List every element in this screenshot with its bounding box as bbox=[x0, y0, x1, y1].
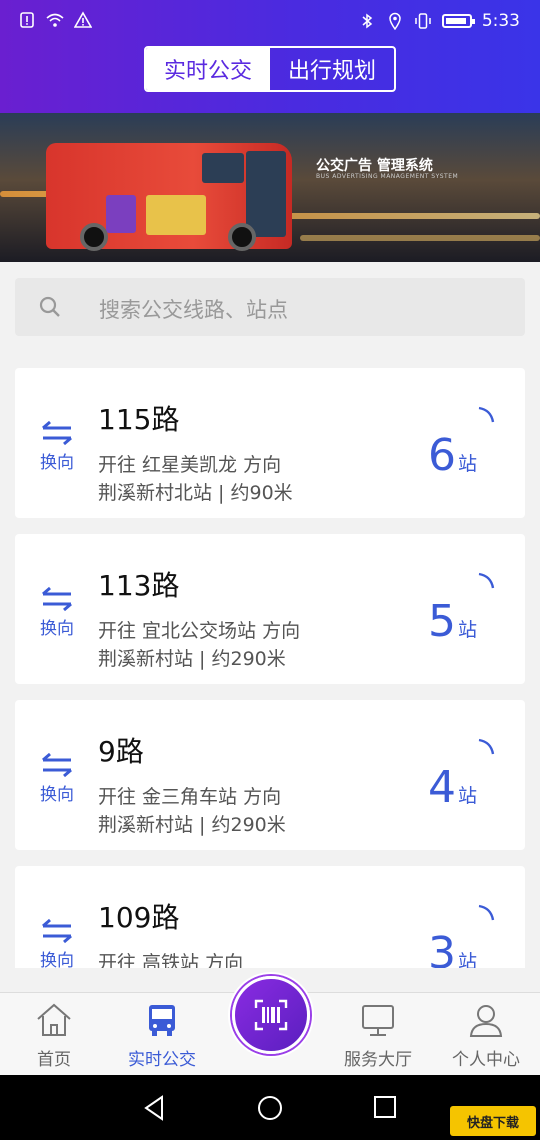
swap-direction-button[interactable]: 换向 bbox=[37, 918, 77, 968]
realtime-signal-icon bbox=[478, 904, 495, 921]
home-icon bbox=[37, 1003, 71, 1036]
banner-subtitle: BUS ADVERTISING MANAGEMENT SYSTEM bbox=[316, 173, 459, 180]
watermark-logo: 快盘下载 bbox=[450, 1106, 536, 1136]
scan-button-core bbox=[232, 976, 310, 1054]
stops-away-unit: 站 bbox=[457, 785, 477, 807]
home-circle-icon[interactable] bbox=[257, 1095, 283, 1121]
swap-label: 换向 bbox=[40, 951, 74, 968]
nav-profile[interactable]: 个人中心 bbox=[432, 993, 540, 1076]
swap-arrows-icon bbox=[42, 420, 72, 446]
swap-arrows-icon bbox=[42, 586, 72, 612]
bluetooth-icon bbox=[362, 13, 373, 29]
route-name: 115路 bbox=[98, 403, 180, 436]
vibrate-icon bbox=[415, 13, 431, 29]
recents-icon[interactable] bbox=[373, 1095, 397, 1119]
bus-window bbox=[146, 195, 206, 235]
swap-label: 换向 bbox=[40, 619, 74, 639]
stops-away-number: 4 bbox=[427, 762, 456, 813]
alert-icon bbox=[20, 12, 34, 28]
realtime-signal-icon bbox=[478, 572, 495, 589]
tab-trip-planning[interactable]: 出行规划 bbox=[270, 48, 394, 90]
stops-away: 6站 bbox=[428, 430, 477, 481]
route-name: 109路 bbox=[98, 901, 180, 934]
swap-arrows-icon bbox=[42, 752, 72, 778]
location-icon bbox=[389, 12, 401, 30]
route-list: 换向 115路 开往 红星美凯龙 方向 荆溪新村北站 | 约90米 6站 换向 … bbox=[15, 368, 525, 968]
promo-banner[interactable]: 公交广告 管理系统 BUS ADVERTISING MANAGEMENT SYS… bbox=[0, 113, 540, 262]
route-direction: 开往 金三角车站 方向 bbox=[98, 786, 282, 808]
route-card[interactable]: 换向 115路 开往 红星美凯龙 方向 荆溪新村北站 | 约90米 6站 bbox=[15, 368, 525, 518]
search-bar[interactable]: 搜索公交线路、站点 bbox=[15, 278, 525, 336]
stops-away-unit: 站 bbox=[457, 453, 477, 475]
route-card[interactable]: 换向 109路 开往 高铁站 方向 3站 bbox=[15, 866, 525, 968]
bus-window bbox=[106, 195, 136, 233]
swap-direction-button[interactable]: 换向 bbox=[37, 420, 77, 473]
status-time: 5:33 bbox=[481, 11, 520, 31]
scan-code-icon bbox=[254, 999, 288, 1031]
app-header: 5:33 实时公交 出行规划 bbox=[0, 0, 540, 113]
route-direction: 开往 高铁站 方向 bbox=[98, 952, 244, 968]
realtime-signal-icon bbox=[478, 406, 495, 423]
nav-service-hall[interactable]: 服务大厅 bbox=[324, 993, 432, 1076]
monitor-icon bbox=[362, 1005, 394, 1036]
bus-window bbox=[246, 151, 286, 237]
warning-icon bbox=[74, 11, 92, 28]
nav-home-label: 首页 bbox=[37, 1050, 71, 1070]
swap-direction-button[interactable]: 换向 bbox=[37, 752, 77, 805]
nav-home[interactable]: 首页 bbox=[0, 993, 108, 1076]
route-direction: 开往 红星美凯龙 方向 bbox=[98, 454, 282, 476]
stops-away: 4站 bbox=[428, 762, 477, 813]
swap-arrows-icon bbox=[42, 918, 72, 944]
nav-realtime-bus[interactable]: 实时公交 bbox=[108, 993, 216, 1076]
mode-tabs: 实时公交 出行规划 bbox=[144, 46, 396, 92]
banner-title: 公交广告 管理系统 bbox=[316, 158, 433, 174]
stops-away: 3站 bbox=[428, 928, 477, 968]
system-nav-bar: 快盘下载 bbox=[0, 1075, 540, 1140]
nav-service-hall-label: 服务大厅 bbox=[344, 1050, 412, 1070]
bus-illustration bbox=[46, 143, 292, 251]
scan-code-button[interactable] bbox=[228, 972, 314, 1058]
bus-icon bbox=[149, 1005, 175, 1036]
route-name: 9路 bbox=[98, 735, 144, 768]
route-name: 113路 bbox=[98, 569, 180, 602]
user-icon bbox=[469, 1005, 503, 1037]
stops-away-number: 6 bbox=[427, 430, 456, 481]
realtime-signal-icon bbox=[478, 738, 495, 755]
street-light-streak bbox=[250, 213, 540, 219]
wifi-icon bbox=[46, 13, 64, 27]
tab-realtime-bus[interactable]: 实时公交 bbox=[146, 48, 270, 90]
stops-away-unit: 站 bbox=[457, 951, 477, 968]
route-nearest-stop: 荆溪新村站 | 约290米 bbox=[98, 648, 286, 670]
stops-away-unit: 站 bbox=[457, 619, 477, 641]
nav-realtime-bus-label: 实时公交 bbox=[128, 1050, 196, 1070]
stops-away: 5站 bbox=[428, 596, 477, 647]
search-icon bbox=[39, 296, 60, 317]
battery-icon bbox=[441, 14, 475, 28]
route-card[interactable]: 换向 113路 开往 宜北公交场站 方向 荆溪新村站 | 约290米 5站 bbox=[15, 534, 525, 684]
bus-window bbox=[202, 153, 244, 183]
route-nearest-stop: 荆溪新村站 | 约290米 bbox=[98, 814, 286, 836]
nav-profile-label: 个人中心 bbox=[452, 1050, 520, 1070]
stops-away-number: 3 bbox=[427, 928, 456, 968]
swap-label: 换向 bbox=[40, 453, 74, 473]
route-direction: 开往 宜北公交场站 方向 bbox=[98, 620, 301, 642]
swap-direction-button[interactable]: 换向 bbox=[37, 586, 77, 639]
search-placeholder: 搜索公交线路、站点 bbox=[99, 298, 288, 322]
back-icon[interactable] bbox=[142, 1095, 166, 1121]
status-bar: 5:33 bbox=[0, 0, 540, 44]
stops-away-number: 5 bbox=[427, 596, 456, 647]
street-light-streak bbox=[300, 235, 540, 241]
swap-label: 换向 bbox=[40, 785, 74, 805]
route-nearest-stop: 荆溪新村北站 | 约90米 bbox=[98, 482, 293, 504]
bus-wheel bbox=[228, 223, 256, 251]
route-card[interactable]: 换向 9路 开往 金三角车站 方向 荆溪新村站 | 约290米 4站 bbox=[15, 700, 525, 850]
bus-wheel bbox=[80, 223, 108, 251]
